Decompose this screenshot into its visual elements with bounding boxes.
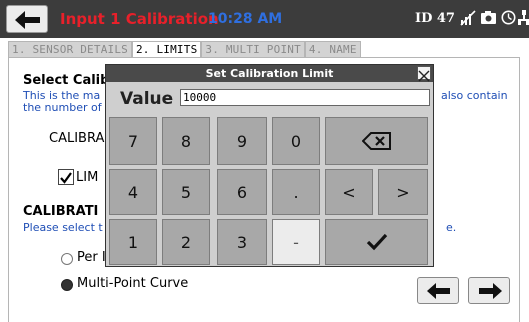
device-id: ID 47 [415,11,455,26]
clock-time: 10:28 AM [208,11,283,27]
key-2[interactable]: 2 [162,219,210,265]
radio-multi-point-curve-label: Multi-Point Curve [77,276,189,291]
signal-off-icon [460,10,476,26]
tab-multi-point[interactable]: 3. MULTI POINT [201,41,305,58]
section-select-calibration-desc-2: the number of [23,101,102,114]
key-backspace[interactable] [325,117,428,165]
limit-checkbox[interactable] [58,169,74,185]
dialog-title-bar: Set Calibration Limit [106,65,433,82]
arrow-left-icon [427,283,450,299]
key-3[interactable]: 3 [217,219,267,265]
radio-multi-point-curve[interactable] [61,279,73,291]
tab-strip: 1. SENSOR DETAILS 2. LIMITS 3. MULTI POI… [8,41,361,58]
key-minus[interactable]: - [272,219,320,265]
clock-icon[interactable] [501,10,516,25]
value-input[interactable]: 10000 [180,89,430,106]
key-0[interactable]: 0 [272,117,320,165]
prev-page-button[interactable] [417,277,459,304]
key-cursor-left[interactable]: < [325,169,373,215]
set-calibration-limit-dialog: Set Calibration Limit Value 10000 7 8 9 … [105,64,434,267]
limit-checkbox-label: LIM [76,170,99,185]
key-enter[interactable] [325,219,428,265]
key-decimal[interactable]: . [272,169,320,215]
arrow-right-icon [479,283,502,299]
section-calibration-desc: Please select t [23,221,103,234]
dialog-title: Set Calibration Limit [205,67,334,80]
backspace-icon [361,132,391,150]
key-8[interactable]: 8 [162,117,210,165]
checkmark-icon [60,172,72,184]
calibration-label: CALIBRA [49,131,105,146]
key-9[interactable]: 9 [217,117,267,165]
next-page-button[interactable] [468,277,510,304]
key-4[interactable]: 4 [109,169,157,215]
radio-per-point-label: Per I [77,250,106,265]
key-1[interactable]: 1 [109,219,157,265]
tab-sensor-details[interactable]: 1. SENSOR DETAILS [8,41,132,58]
section-calibration-desc-right: e. [446,221,457,234]
header-bar: Input 1 Calibration 10:28 AM ID 47 [0,0,529,38]
tab-limits[interactable]: 2. LIMITS [131,41,202,58]
key-7[interactable]: 7 [109,117,157,165]
radio-per-point[interactable] [61,253,73,265]
section-calibration-heading: CALIBRATI [23,204,99,219]
back-arrow-icon [15,11,40,29]
key-5[interactable]: 5 [162,169,210,215]
checkmark-icon [366,233,387,251]
camera-icon[interactable] [480,10,497,25]
section-select-calibration-desc-right: also contain [441,89,508,102]
key-cursor-right[interactable]: > [378,169,428,215]
close-icon [418,70,430,82]
dialog-close-button[interactable] [417,66,431,82]
value-label: Value [120,89,174,109]
header-back-button[interactable] [6,5,48,33]
key-6[interactable]: 6 [217,169,267,215]
page-title: Input 1 Calibration [60,10,219,28]
network-icon [518,10,529,25]
tab-name[interactable]: 4. NAME [304,41,361,58]
section-select-calibration-heading: Select Calib [23,73,110,88]
